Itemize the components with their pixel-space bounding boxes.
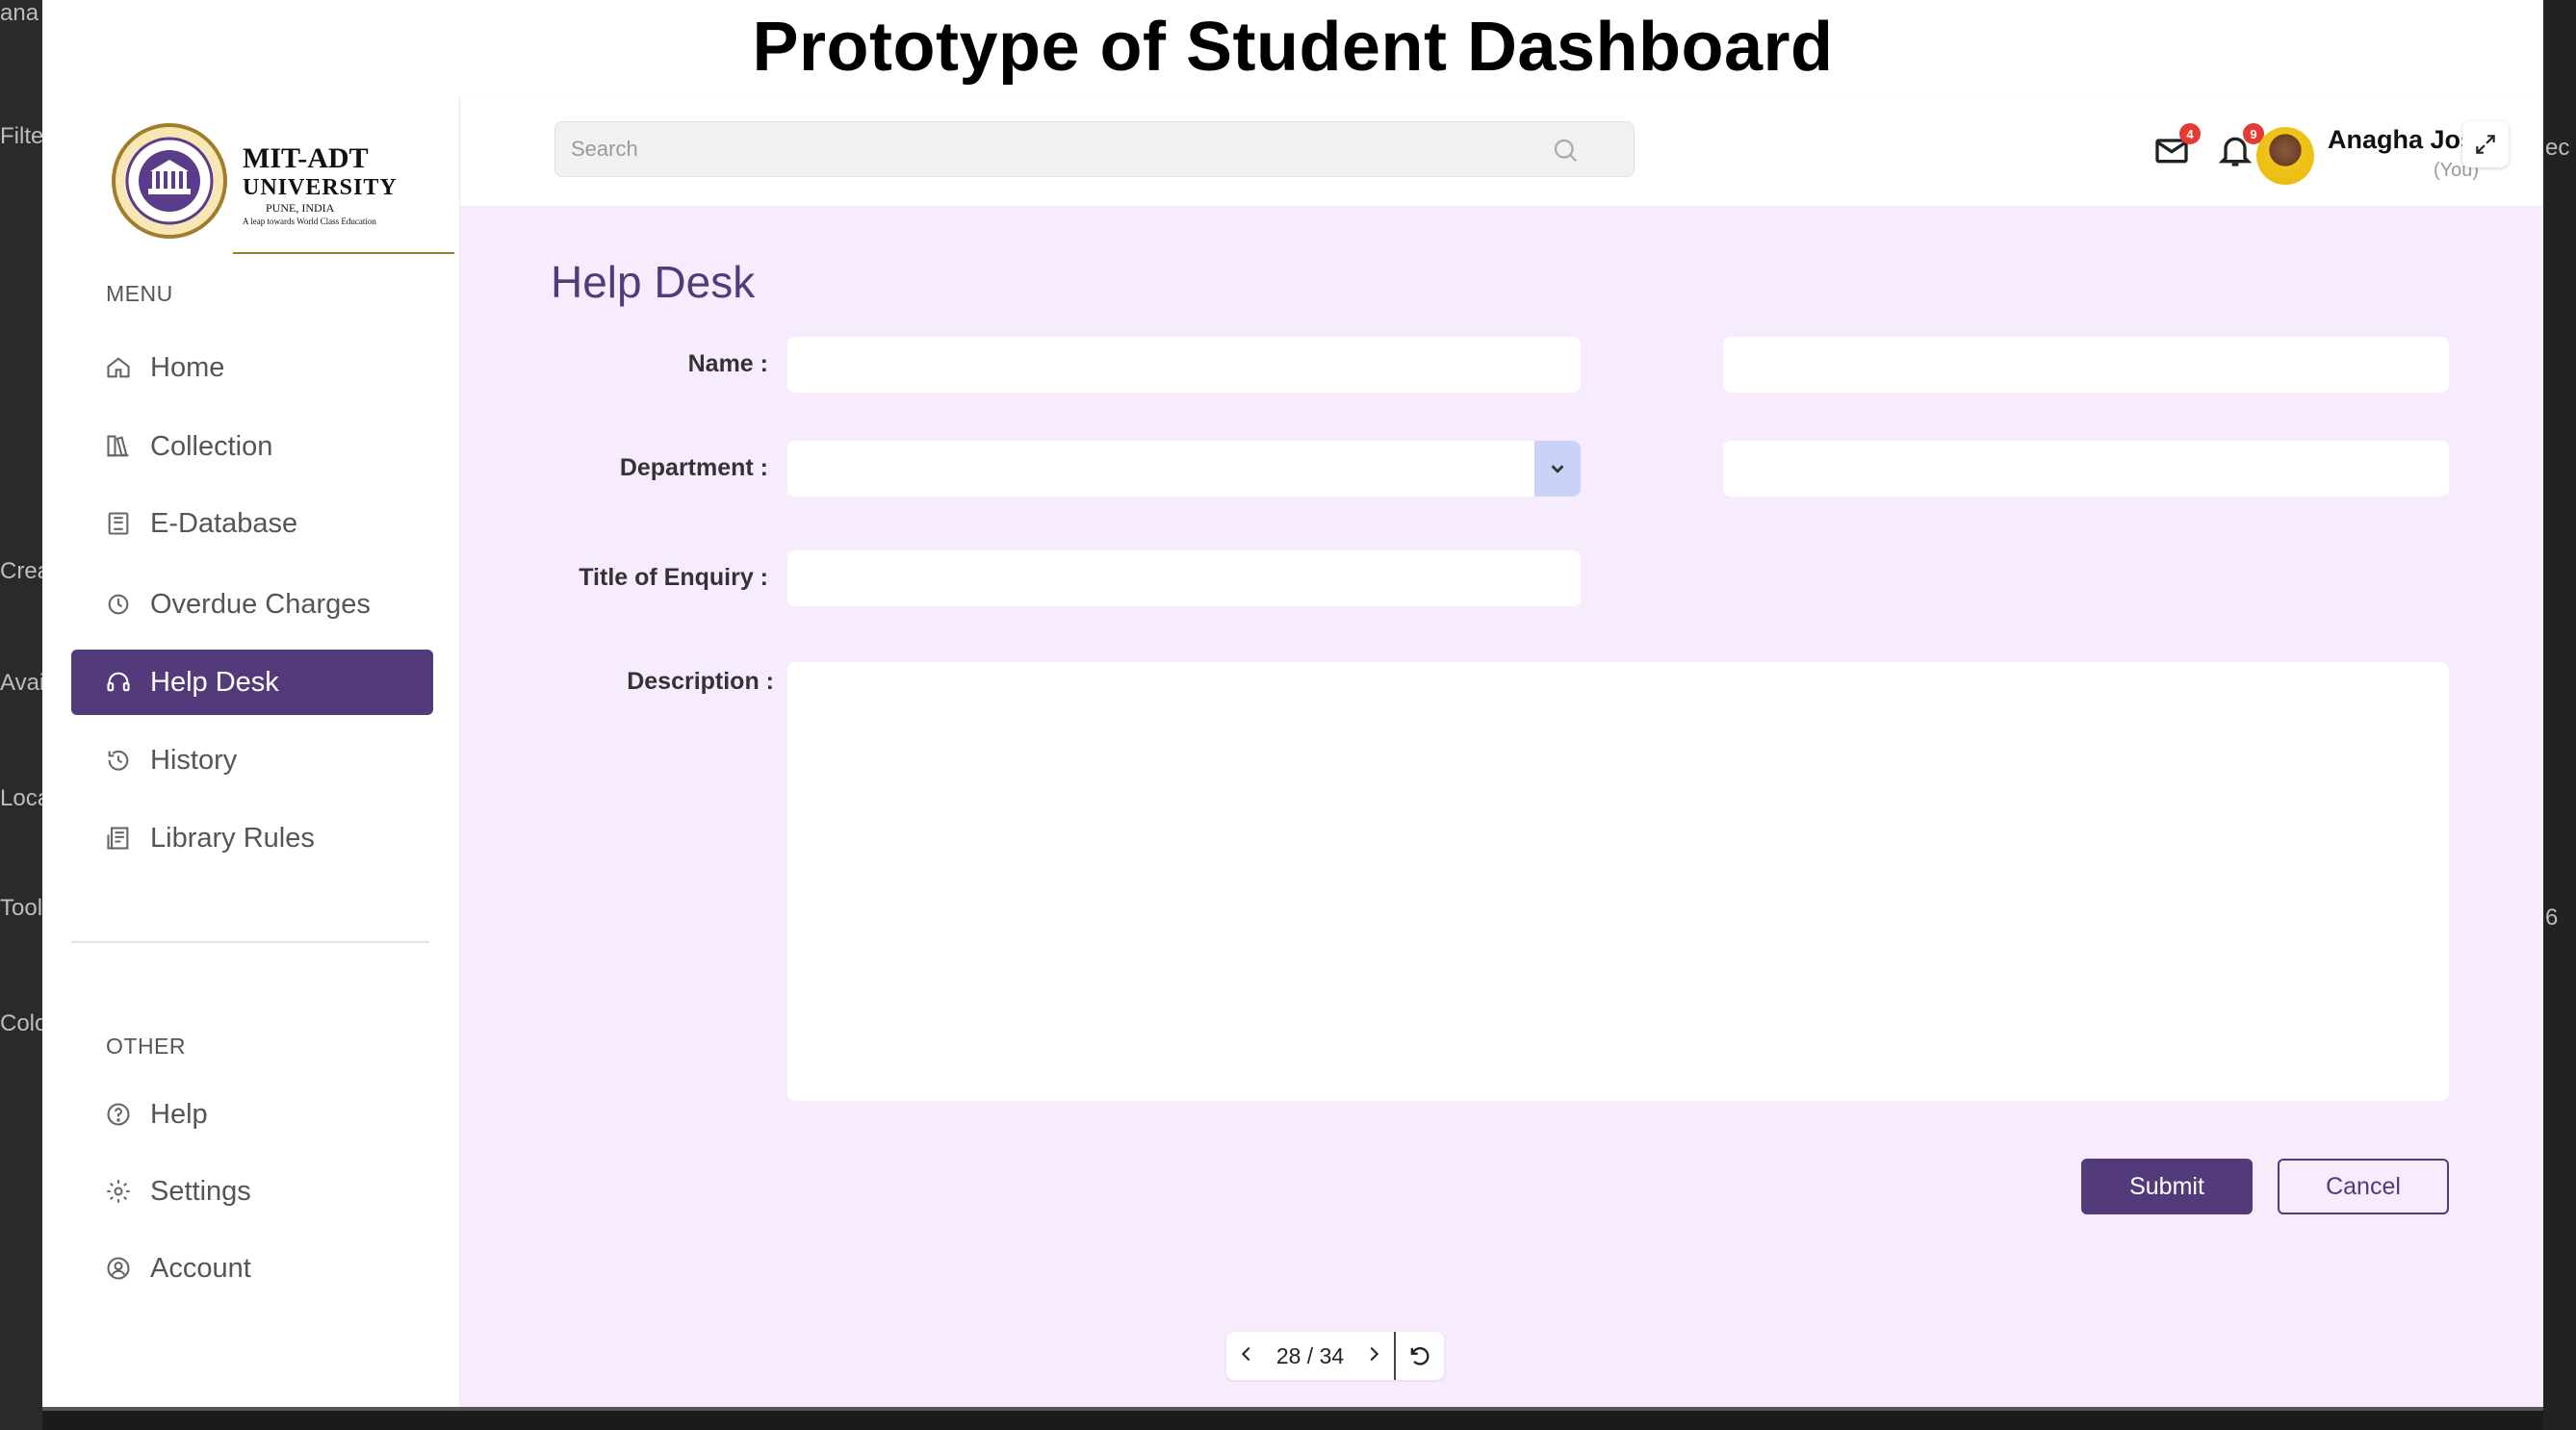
department-field[interactable] <box>787 441 1581 497</box>
other-label: OTHER <box>106 1034 186 1059</box>
account-icon <box>104 1254 133 1283</box>
user-name: Anagha Jos <box>2328 125 2476 154</box>
sidebar-item-home[interactable]: Home <box>71 335 433 400</box>
question-icon <box>104 1100 133 1129</box>
chevron-right-icon <box>1370 1346 1379 1361</box>
department-select[interactable] <box>787 441 1581 497</box>
book-icon <box>104 509 133 538</box>
sidebar-item-label: Help Desk <box>150 666 279 698</box>
slide-pager: 28 / 34 <box>1226 1332 1559 1380</box>
slide-title: Prototype of Student Dashboard <box>752 9 1834 86</box>
university-seal-icon <box>112 123 227 239</box>
sidebar-item-label: E-Database <box>150 507 298 539</box>
clock-icon <box>104 590 133 619</box>
email-input[interactable] <box>1723 441 2449 497</box>
sidebar-item-label: Library Rules <box>150 822 315 854</box>
logo-line-2: UNIVERSITY <box>243 175 398 200</box>
undo-icon <box>1410 1346 1430 1366</box>
page-indicator: 28 / 34 <box>1275 1342 1345 1368</box>
logo-text: MIT-ADT UNIVERSITY PUNE, INDIA A leap to… <box>243 142 398 227</box>
name-input[interactable] <box>787 337 1581 393</box>
logo-underline <box>233 252 454 254</box>
mail-button[interactable]: 4 <box>2152 123 2201 173</box>
name-label: Name : <box>687 350 768 377</box>
cancel-button[interactable]: Cancel <box>2278 1159 2449 1214</box>
sidebar-item-help-desk[interactable]: Help Desk <box>71 650 433 715</box>
expand-icon <box>2476 135 2495 154</box>
sidebar-item-label: Settings <box>150 1175 251 1207</box>
sidebar: MIT-ADT UNIVERSITY PUNE, INDIA A leap to… <box>42 96 460 1407</box>
reset-button[interactable] <box>1396 1332 1444 1380</box>
submit-button[interactable]: Submit <box>2081 1159 2253 1214</box>
expand-button[interactable] <box>2462 121 2509 167</box>
sidebar-item-label: Account <box>150 1252 251 1284</box>
sidebar-divider <box>71 941 429 943</box>
slide: Prototype of Student Dashboard MIT-ADT U… <box>42 0 2543 1407</box>
sidebar-item-library-rules[interactable]: Library Rules <box>71 805 433 871</box>
top-header: 4 9 Anagha Jos (You) <box>460 96 2543 206</box>
department-label: Department : <box>619 454 768 481</box>
bottom-border <box>42 1407 2543 1411</box>
sidebar-item-e-database[interactable]: E-Database <box>71 491 433 556</box>
sidebar-item-label: Home <box>150 351 225 383</box>
enquiry-title-input[interactable] <box>787 550 1581 606</box>
sidebar-item-help[interactable]: Help <box>71 1082 433 1147</box>
previous-page-button[interactable] <box>1236 1343 1257 1369</box>
prn-input[interactable] <box>1723 337 2449 393</box>
menu-label: MENU <box>106 281 173 306</box>
chevron-down-icon <box>1551 465 1564 473</box>
page-title: Help Desk <box>551 257 756 307</box>
enquiry-title-label: Title of Enquiry : <box>579 564 768 591</box>
sidebar-item-settings[interactable]: Settings <box>71 1159 433 1224</box>
description-label: Description : <box>627 668 774 695</box>
sidebar-item-account[interactable]: Account <box>71 1236 433 1301</box>
sidebar-item-history[interactable]: History <box>71 728 433 793</box>
search-icon[interactable] <box>1551 136 1580 169</box>
sidebar-item-label: History <box>150 744 238 776</box>
sidebar-item-label: Collection <box>150 430 273 462</box>
home-icon <box>104 353 133 382</box>
collection-icon <box>104 432 133 461</box>
sidebar-item-label: Overdue Charges <box>150 588 371 620</box>
gear-icon <box>104 1177 133 1206</box>
main-content: Help Desk Name : PRN No. : Department : … <box>460 206 2543 1407</box>
headset-icon <box>104 668 133 697</box>
sidebar-item-label: Help <box>150 1098 208 1130</box>
logo-line-3: PUNE, INDIA <box>266 201 335 215</box>
department-dropdown-button[interactable] <box>1534 441 1581 497</box>
sidebar-item-collection[interactable]: Collection <box>71 414 433 479</box>
background-window-left: ana Filte Crea Avai Loca Tool Colo <box>0 0 42 1430</box>
logo-line-1: MIT-ADT <box>243 142 369 174</box>
notification-button[interactable]: 9 <box>2216 123 2264 173</box>
description-textarea[interactable] <box>787 662 2449 1101</box>
background-window-right: ec 6 <box>2543 0 2576 1430</box>
chevron-left-icon <box>1241 1346 1250 1361</box>
mail-badge: 4 <box>2179 123 2201 144</box>
pager-controls: 28 / 34 <box>1226 1332 1394 1380</box>
university-logo[interactable]: MIT-ADT UNIVERSITY PUNE, INDIA A leap to… <box>108 121 454 254</box>
search-input[interactable] <box>555 122 1634 176</box>
logo-line-4: A leap towards World Class Education <box>243 217 376 226</box>
next-page-button[interactable] <box>1363 1343 1384 1369</box>
rules-icon <box>104 824 133 853</box>
avatar[interactable] <box>2256 127 2314 185</box>
search-bar <box>554 121 1635 177</box>
sidebar-item-overdue-charges[interactable]: Overdue Charges <box>71 572 433 637</box>
history-icon <box>104 746 133 775</box>
